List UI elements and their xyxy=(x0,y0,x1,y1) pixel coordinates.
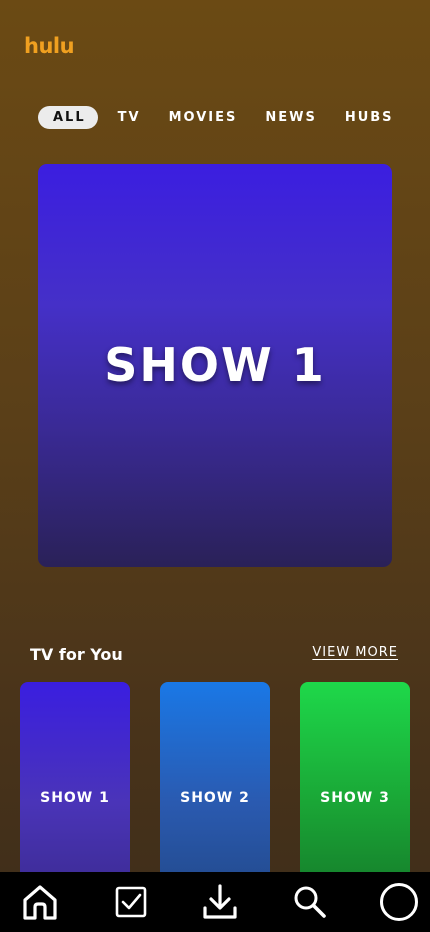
search-icon xyxy=(294,886,326,918)
tab-tv[interactable]: TV xyxy=(118,106,141,129)
tab-movies[interactable]: MOVIES xyxy=(169,106,238,129)
search-button[interactable] xyxy=(290,882,330,922)
hero-title: SHOW 1 xyxy=(104,337,326,392)
profile-circle-icon xyxy=(380,883,418,921)
bottom-nav xyxy=(0,872,430,932)
tab-all[interactable]: ALL xyxy=(38,106,98,129)
show-card[interactable]: SHOW 3 xyxy=(300,682,410,902)
hulu-logo: hulu xyxy=(24,34,75,58)
download-icon xyxy=(203,884,237,919)
show-card-title: SHOW 2 xyxy=(180,790,250,806)
show-card-title: SHOW 1 xyxy=(40,790,110,806)
my-stuff-button[interactable] xyxy=(111,882,151,922)
hero-banner[interactable]: SHOW 1 xyxy=(38,164,392,567)
downloads-button[interactable] xyxy=(200,882,240,922)
category-tabs: ALL TV MOVIES NEWS HUBS xyxy=(38,106,394,129)
section-title: TV for You xyxy=(30,645,123,664)
tab-news[interactable]: NEWS xyxy=(265,106,316,129)
checkbox-icon xyxy=(115,886,147,918)
home-icon xyxy=(23,885,57,920)
show-card[interactable]: SHOW 1 xyxy=(20,682,130,902)
view-more-link[interactable]: VIEW MORE xyxy=(312,645,398,660)
show-card-title: SHOW 3 xyxy=(320,790,390,806)
profile-button[interactable] xyxy=(379,882,419,922)
tab-hubs[interactable]: HUBS xyxy=(345,106,394,129)
home-button[interactable] xyxy=(20,882,60,922)
show-card[interactable]: SHOW 2 xyxy=(160,682,270,902)
